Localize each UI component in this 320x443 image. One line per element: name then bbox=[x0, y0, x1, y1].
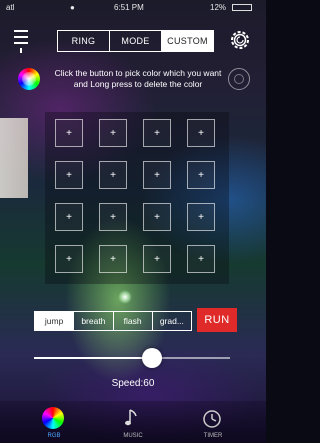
speed-slider-fill bbox=[34, 357, 152, 359]
top-nav: RING MODE CUSTOM bbox=[0, 26, 266, 56]
color-slot-button[interactable]: + bbox=[55, 119, 83, 147]
color-slot-panel: + + + + + + + + + + + + + + + + bbox=[45, 112, 229, 284]
side-strip bbox=[0, 118, 28, 198]
menu-button[interactable] bbox=[12, 30, 30, 54]
speed-slider-thumb[interactable] bbox=[141, 348, 162, 368]
tab-label: MUSIC bbox=[123, 433, 143, 439]
settings-gear-icon[interactable] bbox=[228, 28, 252, 52]
color-slot-button[interactable]: + bbox=[187, 119, 215, 147]
battery-icon bbox=[232, 4, 252, 11]
ring-preview-icon bbox=[228, 68, 250, 90]
instructions-text: Click the button to pick color which you… bbox=[54, 68, 222, 89]
light-glow bbox=[118, 290, 132, 304]
mode-segmented-control: RING MODE CUSTOM bbox=[57, 30, 214, 52]
speed-label: Speed:60 bbox=[111, 378, 155, 389]
color-slot-button[interactable]: + bbox=[143, 119, 171, 147]
color-slot-button[interactable]: + bbox=[143, 245, 171, 273]
tab-label: TIMER bbox=[203, 433, 223, 439]
color-slot-button[interactable]: + bbox=[55, 203, 83, 231]
color-slot-button[interactable]: + bbox=[55, 245, 83, 273]
color-slot-button[interactable]: + bbox=[55, 161, 83, 189]
status-time: 6:51 PM bbox=[114, 3, 144, 12]
tab-rgb[interactable]: RGB bbox=[24, 403, 84, 443]
color-slot-button[interactable]: + bbox=[99, 161, 127, 189]
bottom-tab-bar: RGB MUSIC TIMER bbox=[0, 401, 266, 443]
effect-breath[interactable]: breath bbox=[74, 312, 114, 330]
status-bar: atl ● 6:51 PM 12% bbox=[0, 0, 266, 14]
segment-custom[interactable]: CUSTOM bbox=[162, 31, 213, 51]
segment-ring[interactable]: RING bbox=[58, 31, 110, 51]
effect-gradient[interactable]: grad... bbox=[153, 312, 191, 330]
segment-mode[interactable]: MODE bbox=[110, 31, 162, 51]
run-button[interactable]: RUN bbox=[197, 308, 237, 332]
effect-jump[interactable]: jump bbox=[35, 312, 75, 330]
color-slot-grid: + + + + + + + + + + + + + + + + bbox=[55, 119, 215, 273]
effect-selector: jump breath flash grad... bbox=[34, 311, 192, 331]
color-slot-button[interactable]: + bbox=[143, 203, 171, 231]
tab-music[interactable]: MUSIC bbox=[103, 403, 163, 443]
color-wheel-icon bbox=[42, 407, 64, 429]
battery-percent: 12% bbox=[210, 3, 227, 12]
music-note-icon bbox=[125, 409, 137, 426]
carrier-text: atl bbox=[6, 3, 15, 12]
tab-timer[interactable]: TIMER bbox=[183, 403, 243, 443]
color-slot-button[interactable]: + bbox=[187, 245, 215, 273]
timer-icon bbox=[203, 410, 221, 428]
color-slot-button[interactable]: + bbox=[99, 119, 127, 147]
color-picker-icon[interactable] bbox=[18, 68, 40, 90]
color-slot-button[interactable]: + bbox=[99, 245, 127, 273]
effect-flash[interactable]: flash bbox=[114, 312, 153, 330]
color-slot-button[interactable]: + bbox=[143, 161, 171, 189]
color-slot-button[interactable]: + bbox=[187, 203, 215, 231]
color-slot-button[interactable]: + bbox=[187, 161, 215, 189]
color-slot-button[interactable]: + bbox=[99, 203, 127, 231]
wifi-icon: ● bbox=[70, 3, 75, 12]
tab-label: RGB bbox=[47, 433, 61, 439]
